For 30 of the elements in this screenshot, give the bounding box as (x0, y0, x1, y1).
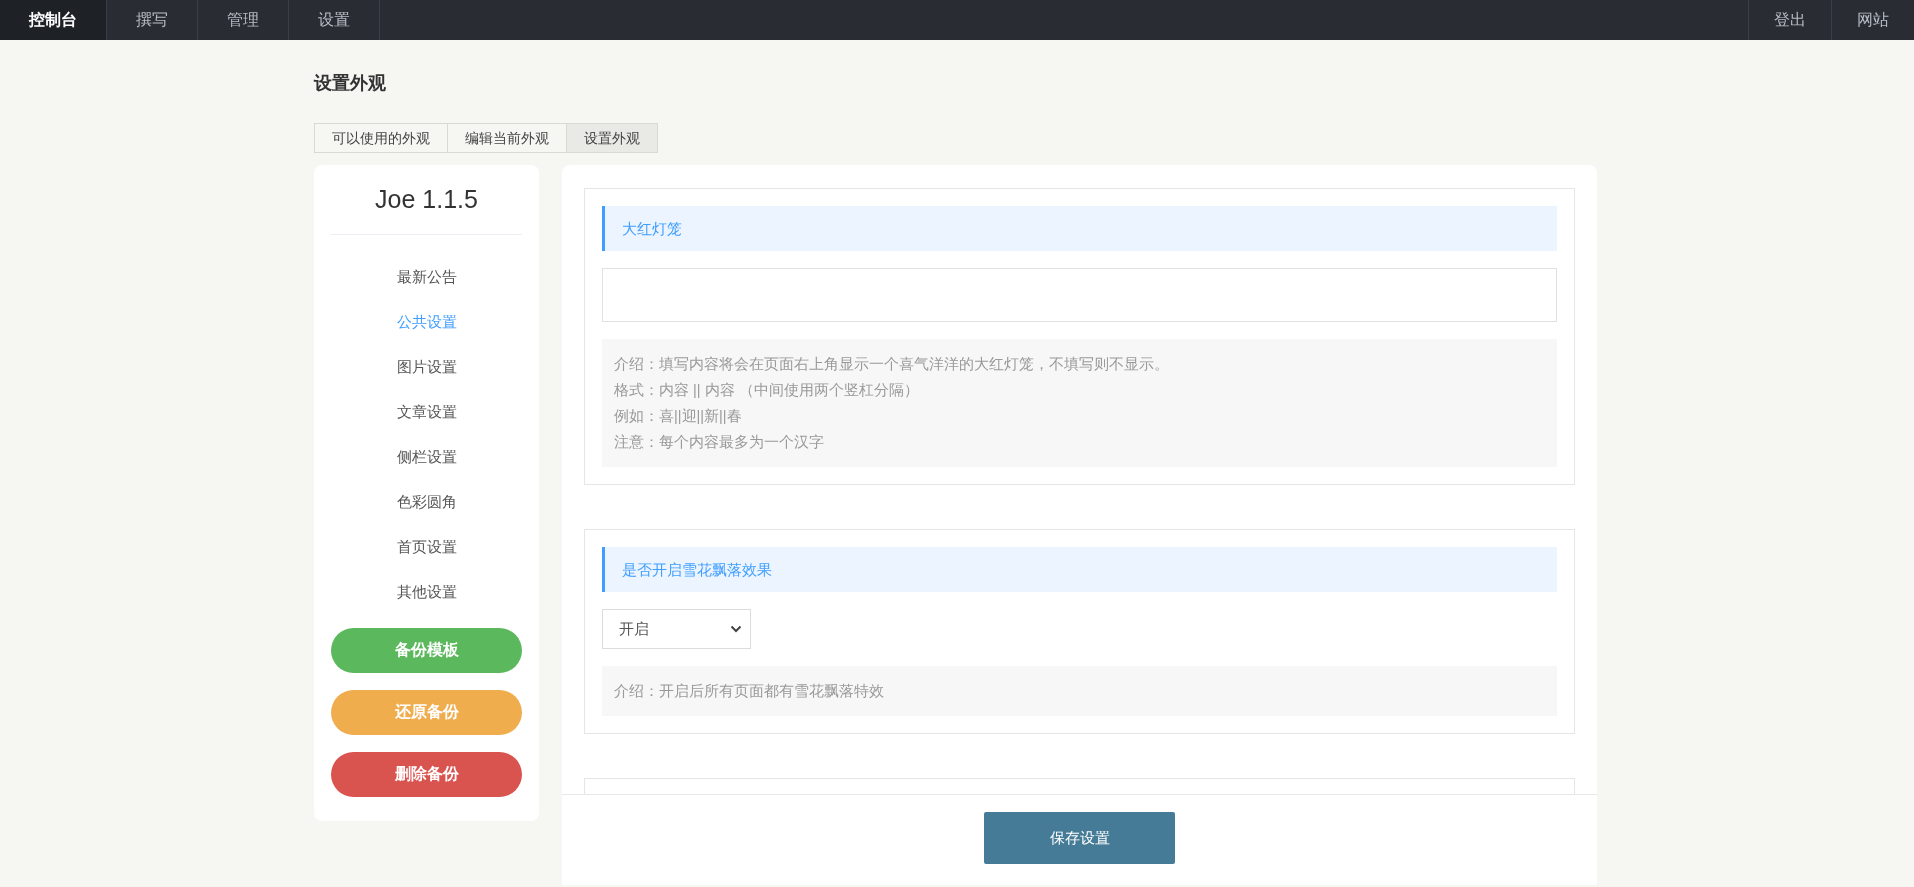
description-line: 格式：内容 || 内容 （中间使用两个竖杠分隔） (614, 381, 920, 400)
nav-tab[interactable]: 管理 (198, 0, 289, 40)
sidebar-item[interactable]: 首页设置 (396, 524, 457, 569)
sidebar-item[interactable]: 侧栏设置 (396, 434, 457, 479)
sidebar-item[interactable]: 文章设置 (396, 389, 457, 434)
description-line: 例如：喜||迎||新||春 (614, 407, 743, 426)
tab[interactable]: 可以使用的外观 (314, 123, 448, 153)
section-title: 是否开启雪花飘落效果 (602, 547, 1557, 592)
description-line: 介绍：开启后所有页面都有雪花飘落特效 (614, 682, 885, 701)
select-dropdown[interactable]: 开启 (602, 609, 751, 649)
chevron-down-icon (730, 625, 742, 633)
tab[interactable]: 编辑当前外观 (447, 123, 567, 153)
sidebar-item[interactable]: 最新公告 (396, 254, 457, 299)
nav-link[interactable]: 网站 (1831, 0, 1914, 40)
description-line: 介绍：填写内容将会在页面右上角显示一个喜气洋洋的大红灯笼，不填写则不显示。 (614, 355, 1170, 374)
save-button[interactable]: 保存设置 (984, 812, 1175, 864)
sidebar-item[interactable]: 色彩圆角 (396, 479, 457, 524)
nav-link[interactable]: 登出 (1748, 0, 1831, 40)
nav-tab[interactable]: 控制台 (0, 0, 107, 40)
sidebar-item[interactable]: 其他设置 (396, 569, 457, 614)
theme-version: Joe 1.1.5 (331, 165, 522, 235)
backup-action-button[interactable]: 删除备份 (331, 752, 522, 797)
description-line: 注意：每个内容最多为一个汉字 (614, 433, 825, 452)
nav-tab[interactable]: 撰写 (107, 0, 198, 40)
tab[interactable]: 设置外观 (566, 123, 658, 153)
input-field[interactable] (602, 268, 1557, 322)
sidebar-item[interactable]: 图片设置 (396, 344, 457, 389)
page-title: 设置外观 (314, 72, 387, 95)
section-title: 大红灯笼 (602, 206, 1557, 251)
nav-tab[interactable]: 设置 (289, 0, 380, 40)
